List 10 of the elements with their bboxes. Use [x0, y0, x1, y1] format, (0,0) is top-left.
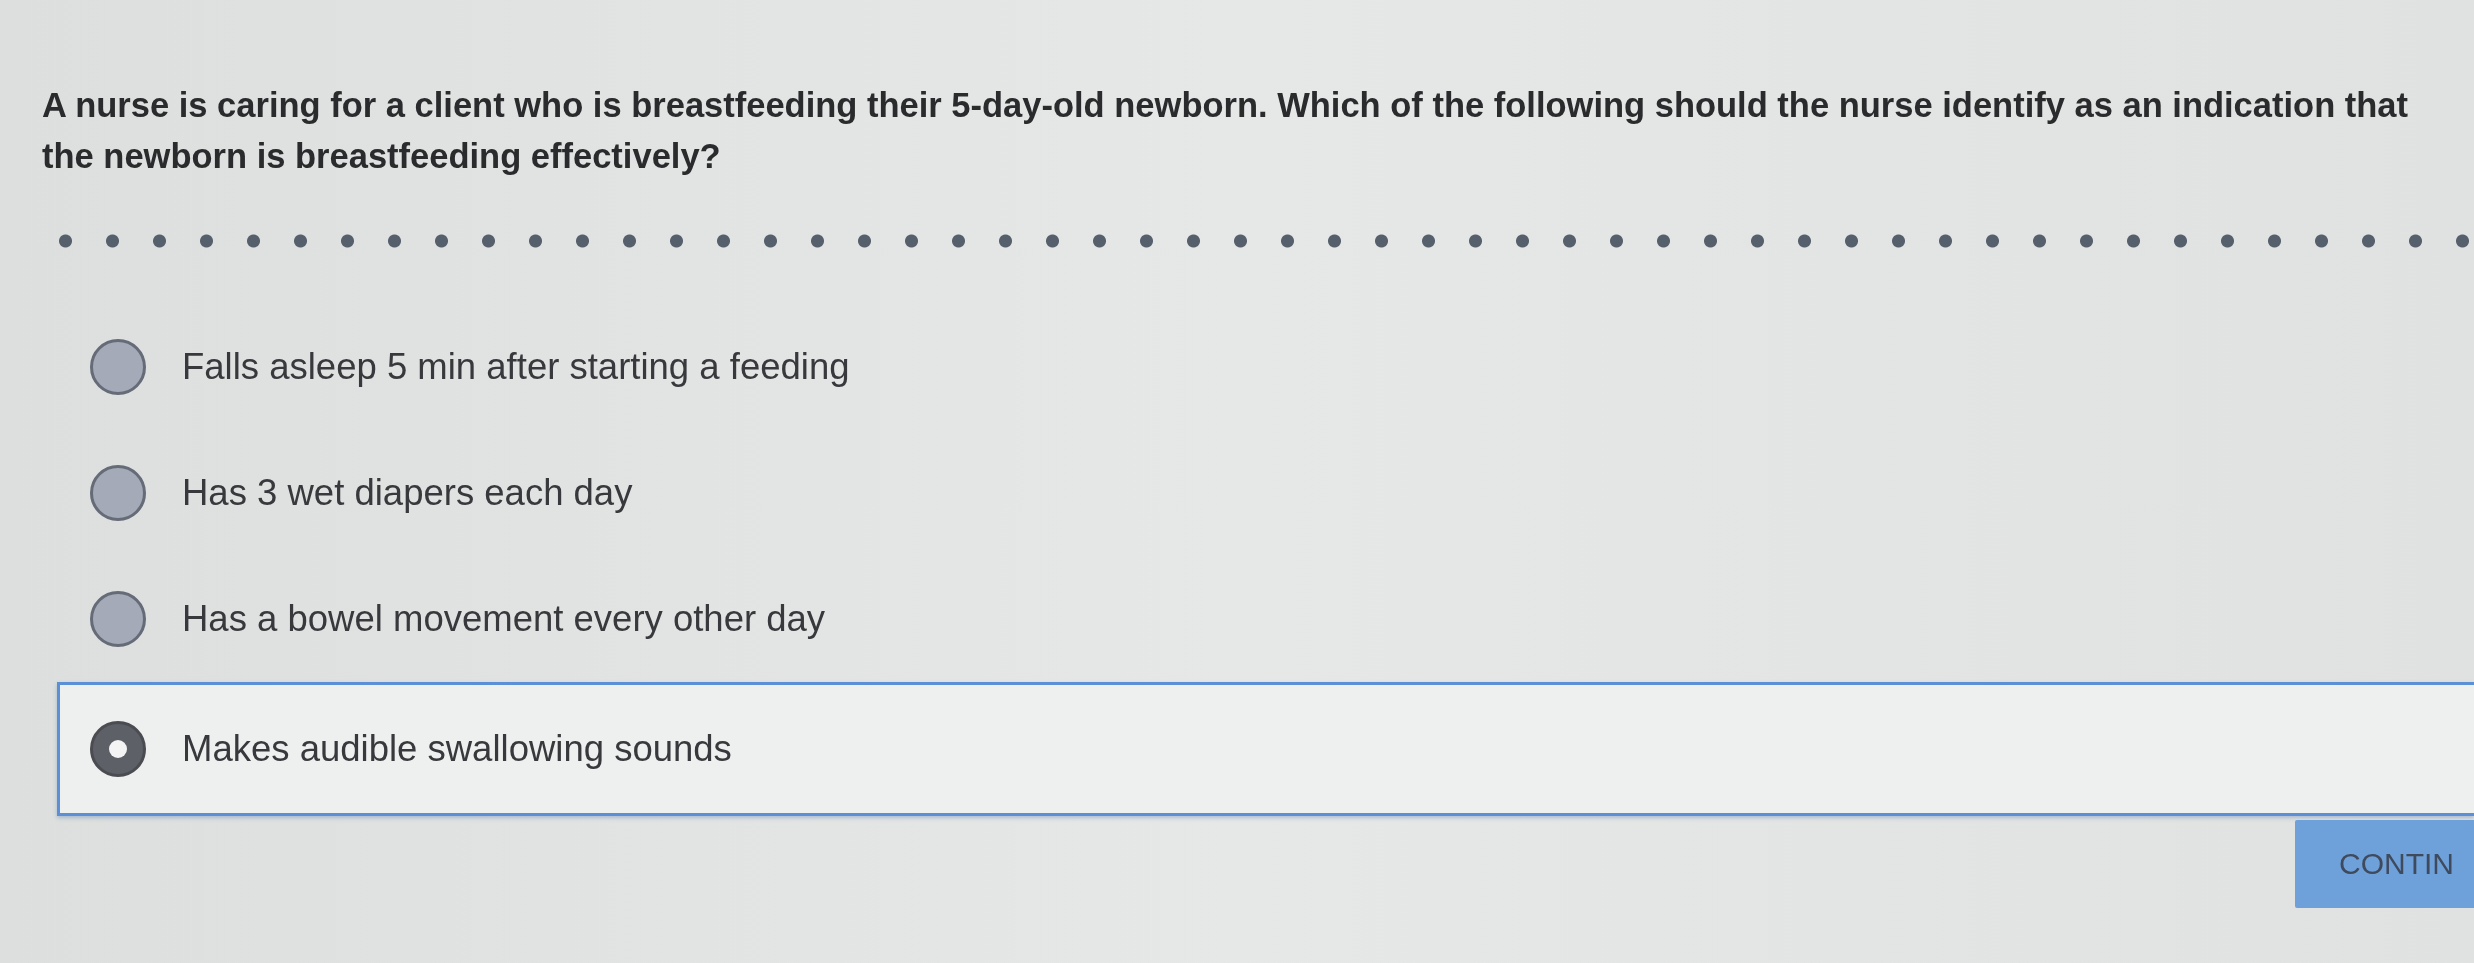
option-label: Has 3 wet diapers each day [182, 472, 633, 514]
radio-button[interactable] [90, 465, 146, 521]
radio-button[interactable] [90, 721, 146, 777]
option-label: Makes audible swallowing sounds [182, 728, 732, 770]
option-label: Falls asleep 5 min after starting a feeding [182, 346, 850, 388]
radio-button[interactable] [90, 591, 146, 647]
question-text: A nurse is caring for a client who is breastfeeding their 5-day-old newborn. Which of the following should the nurse identify as an indication that the newborn is breastfeeding effectively? [42, 85, 2410, 177]
radio-button[interactable] [90, 339, 146, 395]
selected-option-box[interactable]: Makes audible swallowing sounds [57, 682, 2474, 816]
option-label: Has a bowel movement every other day [182, 598, 826, 640]
